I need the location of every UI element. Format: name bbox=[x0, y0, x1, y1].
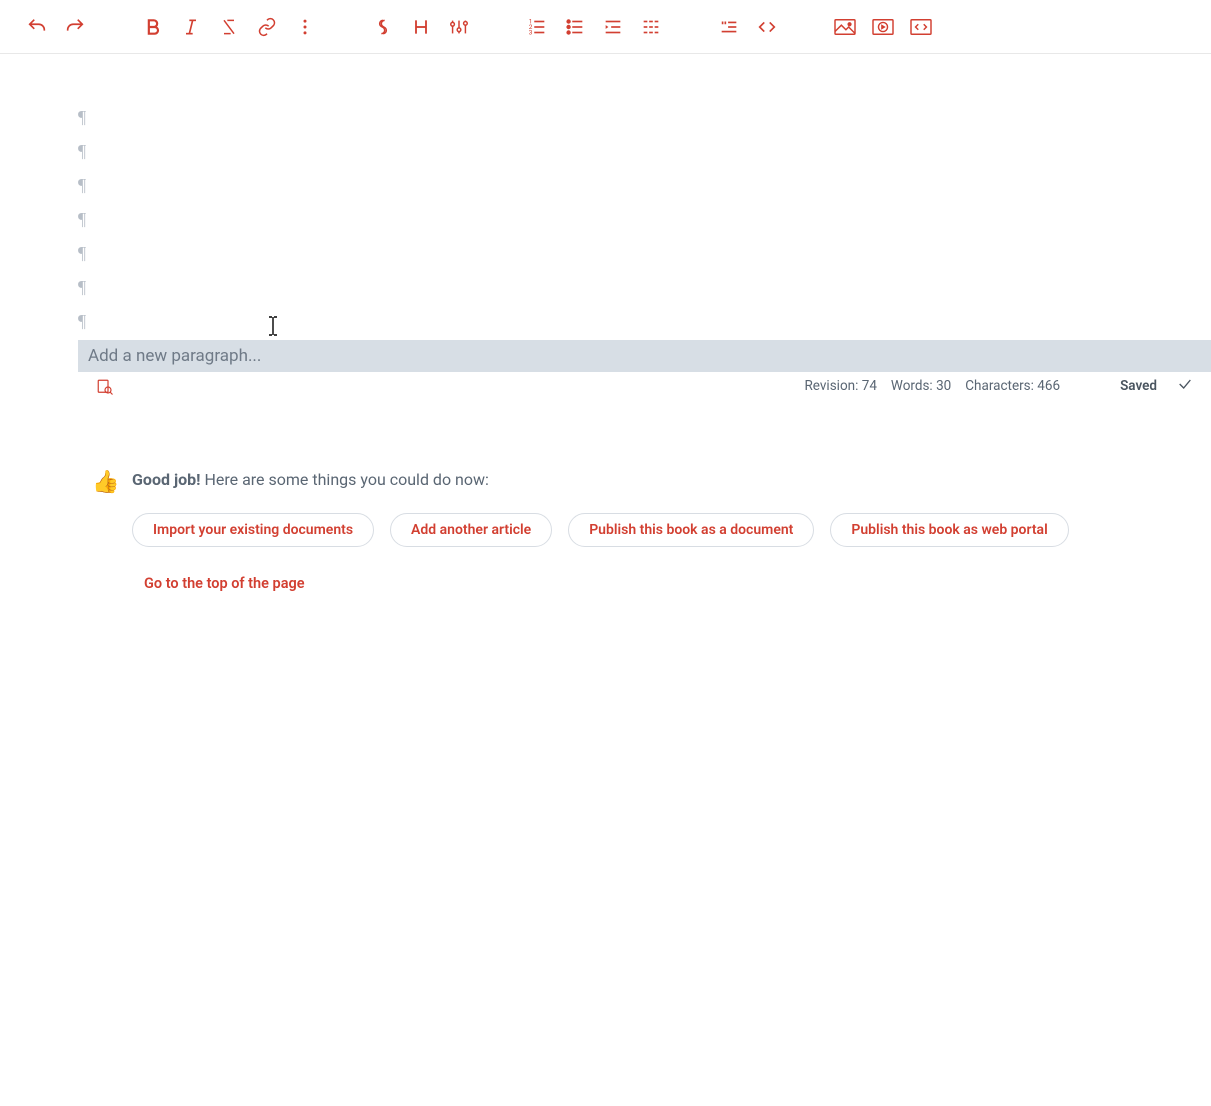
italic-icon bbox=[181, 17, 201, 37]
heading-icon bbox=[411, 17, 431, 37]
bold-button[interactable] bbox=[134, 8, 172, 46]
suggestions-panel: 👍 Good job! Here are some things you cou… bbox=[92, 470, 1211, 592]
strikethrough-icon bbox=[219, 17, 239, 37]
editor-toolbar: 123 bbox=[0, 0, 1211, 54]
code-button[interactable] bbox=[748, 8, 786, 46]
add-article-button[interactable]: Add another article bbox=[390, 513, 552, 547]
suggestion-actions: Import your existing documents Add anoth… bbox=[132, 513, 1211, 547]
section-button[interactable] bbox=[364, 8, 402, 46]
embed-button[interactable] bbox=[902, 8, 940, 46]
publish-web-portal-button[interactable]: Publish this book as web portal bbox=[830, 513, 1068, 547]
import-documents-button[interactable]: Import your existing documents bbox=[132, 513, 374, 547]
find-replace-button[interactable] bbox=[96, 378, 114, 400]
new-paragraph-input[interactable]: Add a new paragraph... bbox=[78, 340, 1211, 372]
table-button[interactable] bbox=[632, 8, 670, 46]
editor-canvas[interactable]: ¶ ¶ ¶ ¶ ¶ ¶ ¶ Add a new paragraph... bbox=[0, 54, 1211, 372]
image-icon bbox=[833, 17, 857, 37]
paragraph-marks: ¶ ¶ ¶ ¶ ¶ ¶ ¶ bbox=[78, 100, 1211, 338]
svg-text:3: 3 bbox=[529, 28, 533, 36]
quote-button[interactable] bbox=[710, 8, 748, 46]
status-bar: Revision: 74 Words: 30 Characters: 466 S… bbox=[0, 372, 1211, 400]
pilcrow-mark: ¶ bbox=[78, 304, 1211, 338]
words-stat: Words: 30 bbox=[891, 378, 951, 394]
list-unordered-icon bbox=[564, 16, 586, 38]
toolbar-group-history bbox=[18, 8, 94, 46]
image-button[interactable] bbox=[826, 8, 864, 46]
suggestion-message: Good job! Here are some things you could… bbox=[132, 470, 1211, 489]
list-grid-icon bbox=[640, 16, 662, 38]
link-icon bbox=[257, 17, 277, 37]
pilcrow-mark: ¶ bbox=[78, 270, 1211, 304]
saved-check-icon bbox=[1177, 376, 1193, 396]
undo-button[interactable] bbox=[18, 8, 56, 46]
heading-button[interactable] bbox=[402, 8, 440, 46]
pilcrow-mark: ¶ bbox=[78, 202, 1211, 236]
more-format-button[interactable] bbox=[286, 8, 324, 46]
redo-icon bbox=[64, 16, 86, 38]
publish-document-button[interactable]: Publish this book as a document bbox=[568, 513, 814, 547]
indent-list-button[interactable] bbox=[594, 8, 632, 46]
toolbar-group-insert bbox=[710, 8, 786, 46]
thumbs-up-icon: 👍 bbox=[92, 470, 119, 495]
redo-button[interactable] bbox=[56, 8, 94, 46]
list-ordered-icon: 123 bbox=[526, 16, 548, 38]
section-icon bbox=[373, 17, 393, 37]
list-indent-icon bbox=[602, 16, 624, 38]
pilcrow-mark: ¶ bbox=[78, 100, 1211, 134]
code-icon bbox=[756, 16, 778, 38]
quote-icon bbox=[718, 16, 740, 38]
pilcrow-mark: ¶ bbox=[78, 168, 1211, 202]
heading-settings-button[interactable] bbox=[440, 8, 478, 46]
toolbar-group-heading bbox=[364, 8, 478, 46]
search-page-icon bbox=[96, 378, 114, 396]
revision-stat: Revision: 74 bbox=[804, 378, 876, 394]
bold-icon bbox=[143, 17, 163, 37]
heading-settings-icon bbox=[448, 16, 470, 38]
italic-button[interactable] bbox=[172, 8, 210, 46]
video-button[interactable] bbox=[864, 8, 902, 46]
toolbar-group-format bbox=[134, 8, 324, 46]
more-vertical-icon bbox=[295, 17, 315, 37]
pilcrow-mark: ¶ bbox=[78, 236, 1211, 270]
check-icon bbox=[1177, 376, 1193, 392]
ordered-list-button[interactable]: 123 bbox=[518, 8, 556, 46]
toolbar-group-list: 123 bbox=[518, 8, 670, 46]
unordered-list-button[interactable] bbox=[556, 8, 594, 46]
embed-icon bbox=[909, 17, 933, 37]
clear-format-button[interactable] bbox=[210, 8, 248, 46]
video-icon bbox=[871, 17, 895, 37]
go-to-top-link[interactable]: Go to the top of the page bbox=[144, 575, 1211, 592]
characters-stat: Characters: 466 bbox=[965, 378, 1060, 394]
toolbar-group-media bbox=[826, 8, 940, 46]
pilcrow-mark: ¶ bbox=[78, 134, 1211, 168]
saved-status: Saved bbox=[1120, 378, 1157, 394]
link-button[interactable] bbox=[248, 8, 286, 46]
undo-icon bbox=[26, 16, 48, 38]
